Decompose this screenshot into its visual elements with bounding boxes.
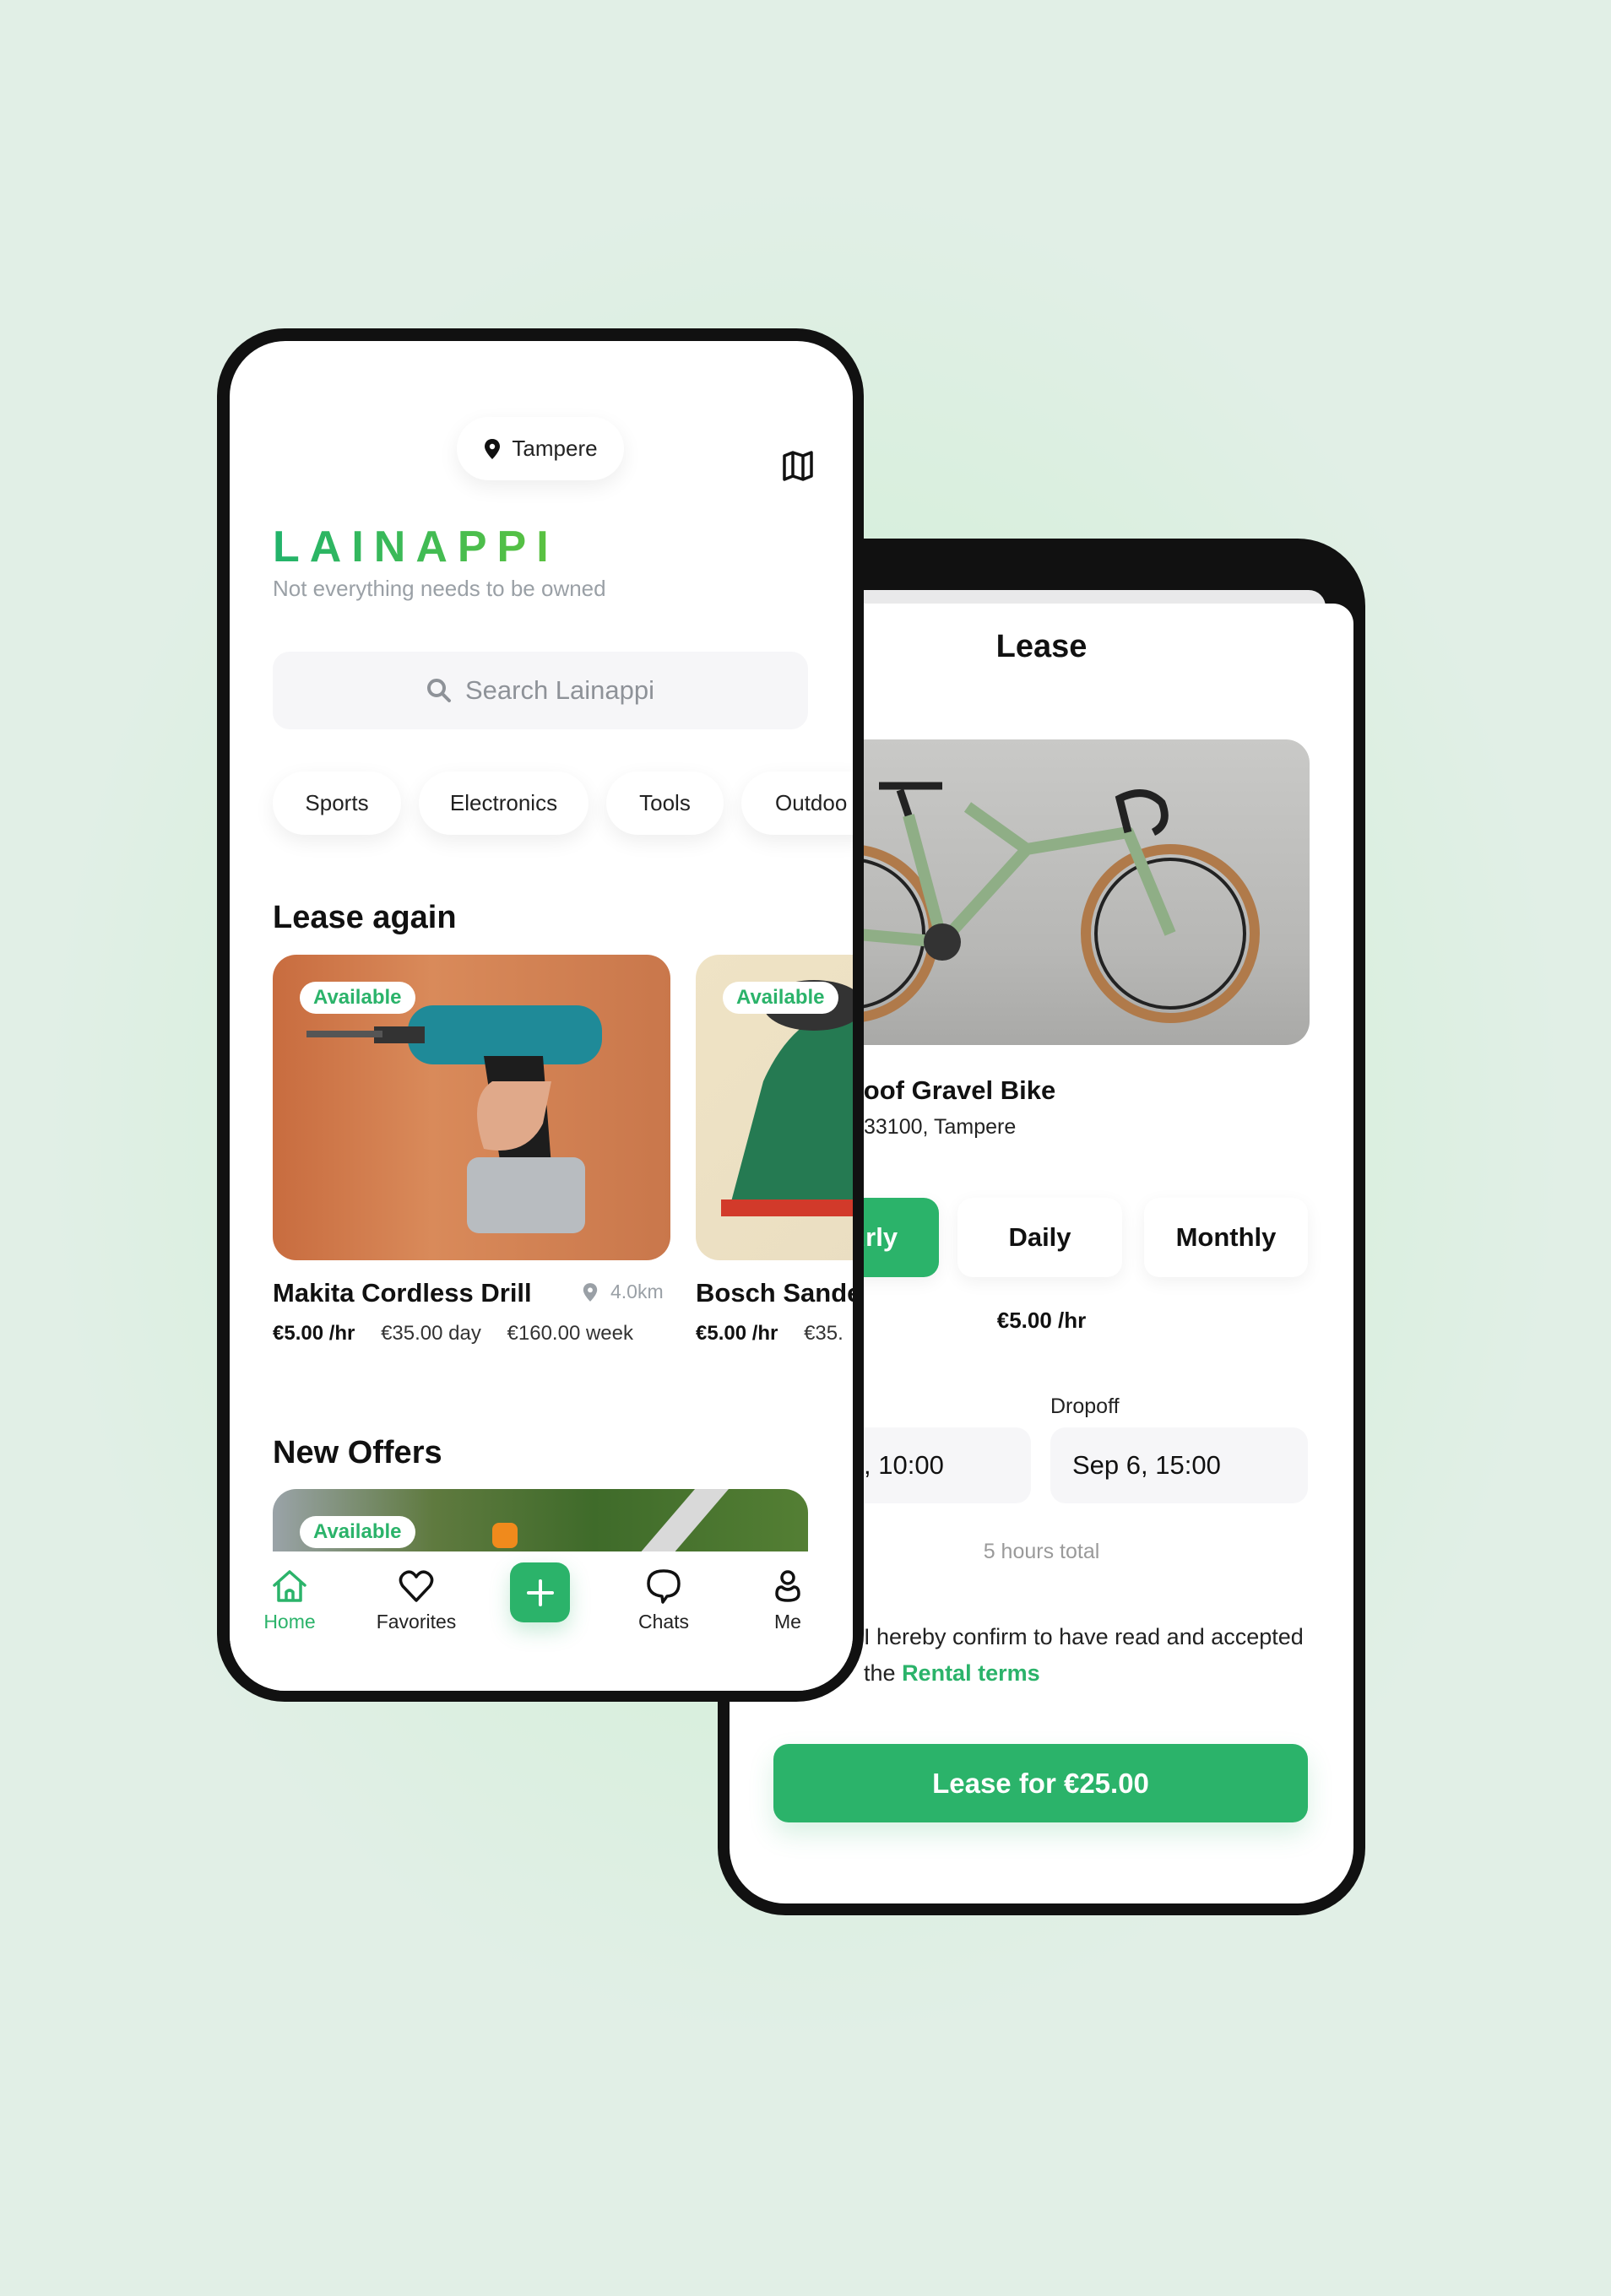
price-hourly: €5.00 /hr	[696, 1322, 778, 1345]
add-listing-button[interactable]	[510, 1562, 570, 1622]
home-icon	[273, 1570, 306, 1602]
home-screen: Tampere LAINAPPI Not everything needs to…	[230, 341, 853, 1691]
product-card-image[interactable]: Available	[273, 955, 670, 1260]
heart-icon	[399, 1570, 434, 1602]
search-icon	[426, 679, 451, 702]
product-distance: 4.0km	[582, 1281, 664, 1303]
nav-favorites-label: Favorites	[376, 1611, 457, 1633]
price-hourly: €5.00 /hr	[273, 1322, 355, 1345]
item-address: 33100, Tampere	[864, 1115, 1017, 1139]
home-phone: Tampere LAINAPPI Not everything needs to…	[217, 328, 864, 1702]
location-pin-icon	[583, 1282, 598, 1302]
tagline: Not everything needs to be owned	[273, 576, 606, 601]
product-card-image[interactable]: Available	[696, 955, 853, 1260]
price-daily: €35.00 day	[381, 1322, 481, 1345]
product-prices: €5.00 /hr €35.	[696, 1322, 843, 1346]
availability-badge: Available	[300, 982, 415, 1014]
price-daily: €35.	[804, 1322, 843, 1345]
availability-badge: Available	[723, 982, 838, 1014]
location-label: Tampere	[512, 436, 598, 461]
dropoff-field[interactable]: Sep 6, 15:00	[1050, 1427, 1308, 1503]
new-offers-heading: New Offers	[273, 1435, 442, 1470]
chat-bubble-icon	[647, 1569, 681, 1604]
location-selector[interactable]: Tampere	[457, 417, 624, 480]
user-icon	[775, 1570, 800, 1602]
category-chip-outdoor[interactable]: Outdoo	[741, 772, 853, 835]
product-title[interactable]: Makita Cordless Drill	[273, 1278, 532, 1308]
rental-terms-link[interactable]: Rental terms	[902, 1660, 1040, 1686]
nav-home-label: Home	[263, 1611, 316, 1633]
category-chip-tools[interactable]: Tools	[606, 772, 724, 835]
product-prices: €5.00 /hr €35.00 day €160.00 week	[273, 1322, 633, 1346]
plus-icon	[526, 1578, 554, 1606]
lease-again-heading: Lease again	[273, 900, 457, 935]
brand-logo: LAINAPPI	[273, 523, 559, 571]
price-weekly: €160.00 week	[507, 1322, 633, 1345]
map-icon[interactable]	[782, 451, 814, 481]
category-chip-sports[interactable]: Sports	[273, 772, 401, 835]
tab-daily[interactable]: Daily	[957, 1198, 1122, 1277]
nav-me-label: Me	[774, 1611, 801, 1633]
distance-value: 4.0km	[610, 1281, 664, 1302]
map-pin-icon	[485, 438, 501, 459]
product-title[interactable]: Bosch Sande	[696, 1278, 853, 1308]
nav-me[interactable]: Me	[729, 1568, 847, 1633]
tab-monthly[interactable]: Monthly	[1144, 1198, 1308, 1277]
terms-line-2: the Rental terms	[864, 1660, 1040, 1687]
lease-button[interactable]: Lease for €25.00	[773, 1744, 1308, 1822]
nav-chats[interactable]: Chats	[605, 1568, 723, 1633]
terms-prefix: the	[864, 1660, 896, 1686]
category-chip-electronics[interactable]: Electronics	[419, 772, 589, 835]
search-input[interactable]: Search Lainappi	[273, 652, 808, 729]
nav-home[interactable]: Home	[231, 1568, 349, 1633]
terms-text: I hereby confirm to have read and accept…	[864, 1624, 1304, 1649]
nav-favorites[interactable]: Favorites	[357, 1568, 475, 1633]
bottom-nav: Home Favorites Chats Me	[230, 1551, 853, 1691]
dropoff-label: Dropoff	[1050, 1394, 1120, 1418]
search-placeholder: Search Lainappi	[464, 675, 655, 705]
availability-badge: Available	[300, 1516, 415, 1548]
nav-chats-label: Chats	[637, 1611, 690, 1633]
